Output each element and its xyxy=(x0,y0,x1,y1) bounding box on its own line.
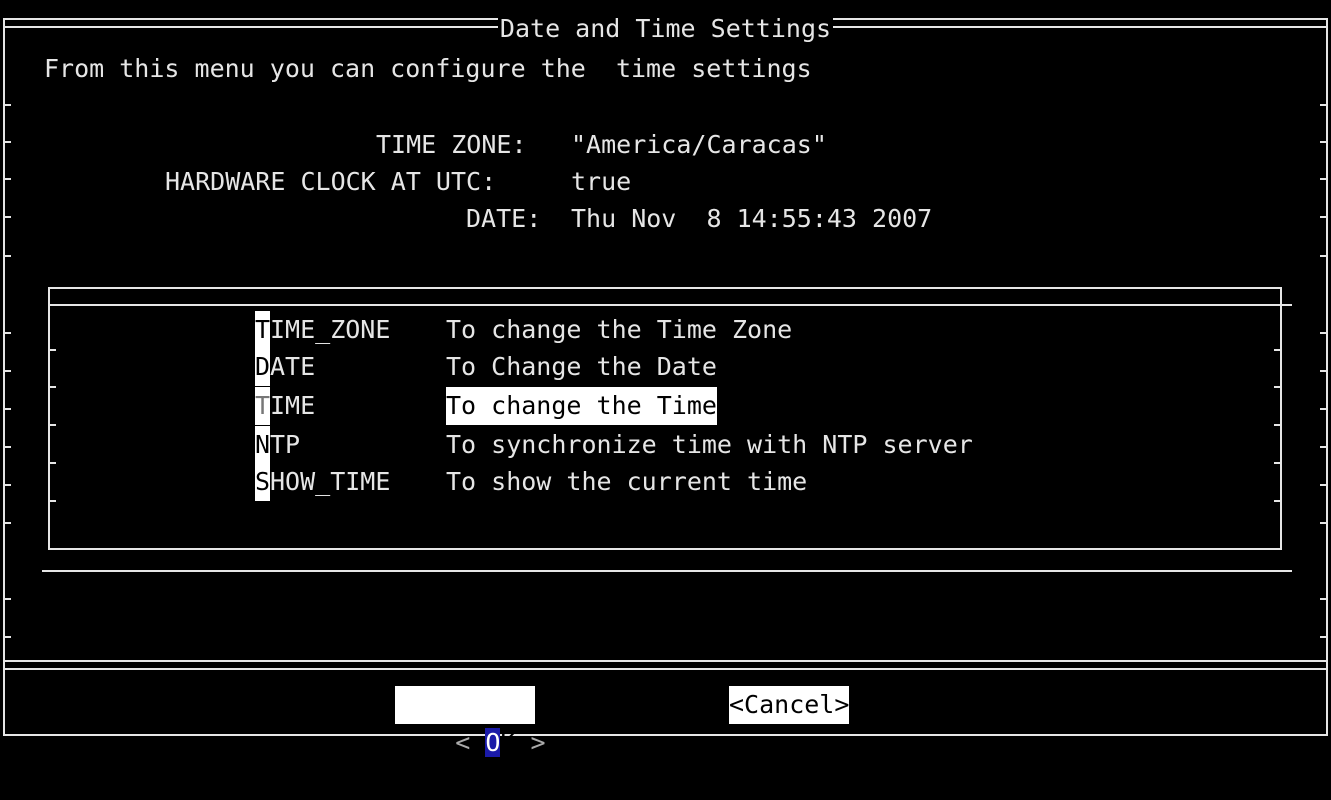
menu-item-hotkey: T xyxy=(255,387,271,425)
tick xyxy=(3,408,11,410)
tick xyxy=(1274,349,1282,351)
outer-border-bottom xyxy=(3,734,1328,736)
menu-item-hotkey: S xyxy=(255,463,271,501)
tick xyxy=(1274,462,1282,464)
tick xyxy=(48,386,56,388)
dialog-title: Date and Time Settings xyxy=(497,10,834,48)
menu-border-top xyxy=(48,287,1282,289)
date-value: Thu Nov 8 14:55:43 2007 xyxy=(571,204,933,233)
outer-border-left xyxy=(3,18,5,736)
tick xyxy=(48,500,56,502)
menu-border-right xyxy=(1280,287,1282,550)
tick xyxy=(1320,484,1328,486)
tick xyxy=(48,462,56,464)
menu-border-bottom xyxy=(48,548,1282,550)
cancel-button[interactable]: <Cancel> xyxy=(729,686,850,724)
tick xyxy=(1320,370,1328,372)
tick xyxy=(1320,178,1328,180)
tick xyxy=(1320,216,1328,218)
menu-item-key: IME_ZONE xyxy=(270,315,391,344)
menu-item-key: IME xyxy=(270,391,316,420)
tick xyxy=(1320,636,1328,638)
tick xyxy=(1320,141,1328,143)
tick xyxy=(1274,424,1282,426)
time-zone-value: "America/Caracas" xyxy=(571,130,827,159)
outer-border-right xyxy=(1326,18,1328,736)
tick xyxy=(3,141,11,143)
dialog-description: From this menu you can configure the tim… xyxy=(44,54,812,83)
menu-item-description-selected: To change the Time xyxy=(446,387,717,425)
tick xyxy=(3,484,11,486)
hw-clock-value: true xyxy=(571,167,632,196)
tick xyxy=(3,636,11,638)
tick xyxy=(3,216,11,218)
ok-button-label: K xyxy=(500,728,516,757)
tick xyxy=(3,104,11,106)
menu-item-key: TP xyxy=(270,430,301,459)
menu-item-description: To show the current time xyxy=(446,467,808,496)
tick xyxy=(1320,408,1328,410)
tick xyxy=(1320,446,1328,448)
menu-item-key: ATE xyxy=(270,352,316,381)
button-bar-separator-inner xyxy=(3,668,1328,670)
date-label: DATE: xyxy=(466,204,542,233)
menu-border-top-inner xyxy=(48,304,1292,306)
tick xyxy=(48,349,56,351)
menu-item-hotkey: T xyxy=(255,311,271,349)
menu-item-description: To change the Time Zone xyxy=(446,315,793,344)
tick xyxy=(1320,332,1328,334)
tick xyxy=(3,446,11,448)
menu-item-key: HOW_TIME xyxy=(270,467,391,496)
ok-button-right-bracket: > xyxy=(530,728,546,757)
hw-clock-label: HARDWARE CLOCK AT UTC: xyxy=(165,167,497,196)
time-zone-label: TIME ZONE: xyxy=(376,130,527,159)
tick xyxy=(3,522,11,524)
tick xyxy=(3,178,11,180)
tick xyxy=(1274,386,1282,388)
tick xyxy=(1320,598,1328,600)
menu-item-hotkey: D xyxy=(255,348,271,386)
tick xyxy=(48,424,56,426)
tick xyxy=(3,255,11,257)
menu-item-description: To synchronize time with NTP server xyxy=(446,430,973,459)
tick xyxy=(3,332,11,334)
menu-item-description: To Change the Date xyxy=(446,352,717,381)
menu-border-left xyxy=(48,287,50,550)
tick xyxy=(3,370,11,372)
tick xyxy=(1274,500,1282,502)
menu-item-hotkey: N xyxy=(255,426,271,464)
menu-border-bottom-outer xyxy=(42,570,1292,572)
tick xyxy=(3,598,11,600)
button-bar-separator xyxy=(3,660,1328,662)
ok-button-left-bracket: < xyxy=(455,728,471,757)
tick xyxy=(1320,104,1328,106)
tick xyxy=(1320,522,1328,524)
ok-button[interactable]: < OK > xyxy=(395,686,546,757)
tick xyxy=(1320,255,1328,257)
ok-button-hotkey: O xyxy=(485,728,501,757)
